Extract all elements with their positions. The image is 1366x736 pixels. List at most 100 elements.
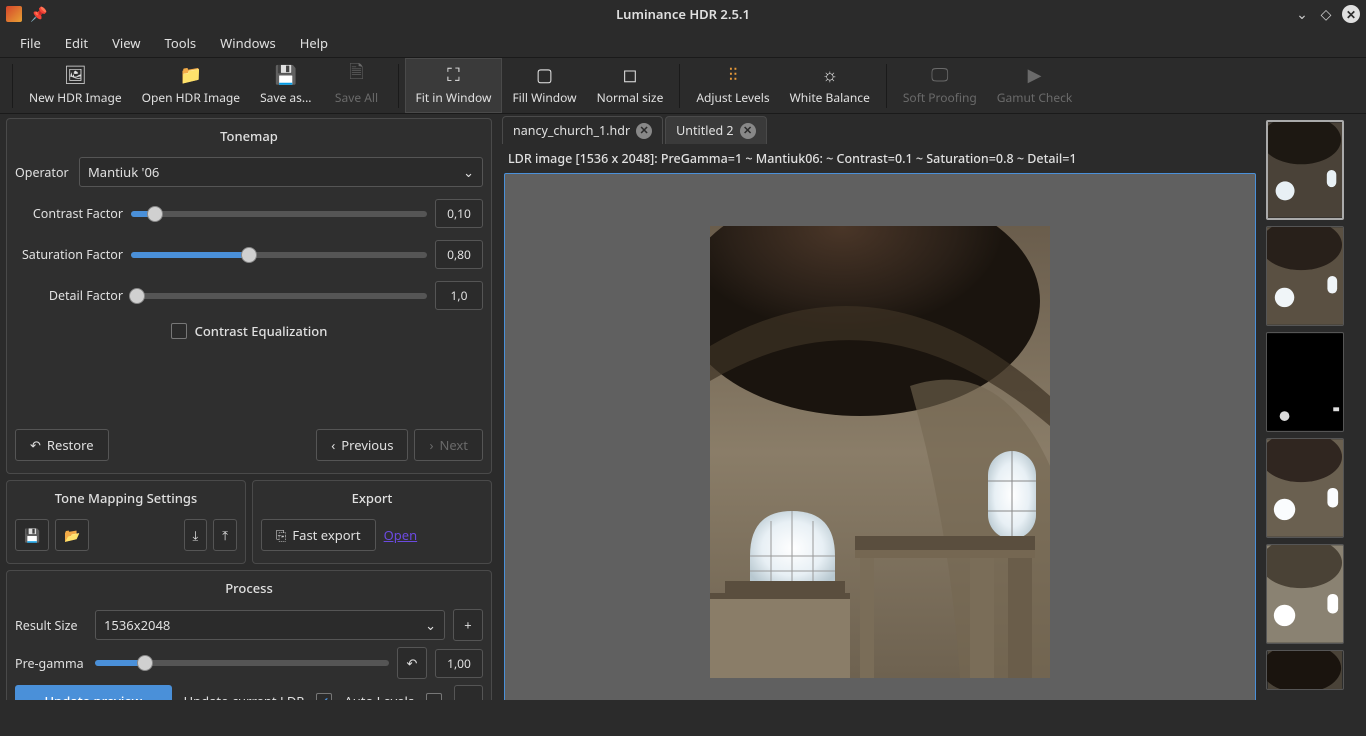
adjust-levels-button[interactable]: ⫶⫶ Adjust Levels [686, 58, 779, 113]
normal-size-icon: ◻ [622, 65, 637, 85]
folder-icon: 📂 [64, 526, 80, 544]
maximize-icon[interactable]: ◇ [1318, 6, 1334, 22]
save-as-button[interactable]: 💾 Save as... [250, 58, 321, 113]
import-settings-button[interactable]: ⤓ [184, 519, 208, 551]
play-icon: ▶ [1028, 65, 1042, 85]
slider-thumb[interactable] [129, 288, 145, 304]
pregamma-slider[interactable] [95, 660, 389, 666]
pregamma-reset-button[interactable]: ↶ [397, 647, 427, 679]
detail-factor-label: Detail Factor [15, 287, 123, 304]
menu-view[interactable]: View [100, 30, 152, 56]
fit-icon: ⛶ [447, 65, 460, 85]
export-icon: ⎘ [276, 526, 286, 544]
pregamma-label: Pre-gamma [15, 655, 87, 672]
next-button: › Next [414, 429, 483, 461]
menu-edit[interactable]: Edit [53, 30, 100, 56]
window-controls: ⌄ ◇ ✕ [1294, 5, 1360, 23]
fit-in-window-button[interactable]: ⛶ Fit in Window [405, 58, 503, 113]
restore-button[interactable]: ↶ Restore [15, 429, 109, 461]
previous-button[interactable]: ‹ Previous [316, 429, 408, 461]
minimize-icon[interactable]: ⌄ [1294, 6, 1310, 22]
tab-bar: nancy_church_1.hdr ✕ Untitled 2 ✕ [498, 114, 1262, 144]
tab-label: nancy_church_1.hdr [513, 122, 630, 139]
menu-tools[interactable]: Tools [153, 30, 209, 56]
menu-file[interactable]: File [8, 30, 53, 56]
slider-thumb[interactable] [137, 655, 153, 671]
download-icon: ⤓ [193, 526, 199, 544]
normal-size-button[interactable]: ◻ Normal size [587, 58, 674, 113]
slider-thumb[interactable] [147, 206, 163, 222]
fill-icon: ▢ [536, 65, 553, 85]
titlebar: 📌 Luminance HDR 2.5.1 ⌄ ◇ ✕ [0, 0, 1366, 28]
thumbnail-6[interactable] [1266, 650, 1344, 690]
operator-value: Mantiuk '06 [88, 163, 159, 181]
workspace: Tonemap Operator Mantiuk '06 ⌄ Contrast … [0, 114, 1366, 736]
saturation-factor-label: Saturation Factor [15, 246, 123, 263]
detail-factor-value[interactable]: 1,0 [435, 281, 483, 310]
thumbnail-1[interactable] [1266, 120, 1344, 220]
image-canvas[interactable] [504, 173, 1256, 730]
export-settings-button[interactable]: ⤒ [213, 519, 237, 551]
contrast-equalization-checkbox[interactable] [171, 323, 187, 339]
image-status: LDR image [1536 x 2048]: PreGamma=1 ~ Ma… [498, 144, 1262, 173]
tonemap-title: Tonemap [15, 125, 483, 151]
slider-thumb[interactable] [241, 247, 257, 263]
thumbnail-3[interactable] [1266, 332, 1344, 432]
soft-proofing-button: 🖵 Soft Proofing [893, 58, 987, 113]
open-settings-button[interactable]: 📂 [55, 519, 89, 551]
screen-icon: 🖵 [931, 65, 948, 85]
white-balance-button[interactable]: ☼ White Balance [780, 58, 880, 113]
process-title: Process [15, 577, 483, 603]
bottom-spacer [0, 700, 1366, 736]
fast-export-button[interactable]: ⎘ Fast export [261, 519, 376, 551]
thumbnail-strip [1262, 114, 1366, 736]
saturation-factor-value[interactable]: 0,80 [435, 240, 483, 269]
pregamma-value[interactable]: 1,00 [435, 649, 483, 678]
chevron-down-icon: ⌄ [425, 616, 436, 634]
thumbnail-5[interactable] [1266, 544, 1344, 644]
tonemap-panel: Tonemap Operator Mantiuk '06 ⌄ Contrast … [6, 118, 492, 474]
operator-select[interactable]: Mantiuk '06 ⌄ [79, 157, 483, 187]
fill-window-button[interactable]: ▢ Fill Window [502, 58, 586, 113]
preview-image [710, 226, 1050, 678]
menu-help[interactable]: Help [288, 30, 340, 56]
tab-nancy-church[interactable]: nancy_church_1.hdr ✕ [502, 116, 663, 144]
close-tab-icon[interactable]: ✕ [740, 123, 756, 139]
image-icon: 🖼 [64, 65, 87, 85]
contrast-factor-label: Contrast Factor [15, 205, 123, 222]
menu-windows[interactable]: Windows [208, 30, 288, 56]
left-panel: Tonemap Operator Mantiuk '06 ⌄ Contrast … [0, 114, 498, 736]
new-hdr-image-button[interactable]: 🖼 New HDR Image [19, 58, 132, 113]
close-icon[interactable]: ✕ [1342, 5, 1360, 23]
pin-icon[interactable]: 📌 [30, 5, 47, 24]
saturation-factor-slider[interactable] [131, 252, 427, 258]
result-size-value: 1536x2048 [104, 616, 170, 634]
open-hdr-image-button[interactable]: 📁 Open HDR Image [132, 58, 250, 113]
close-tab-icon[interactable]: ✕ [636, 123, 652, 139]
tab-untitled-2[interactable]: Untitled 2 ✕ [665, 116, 766, 144]
contrast-equalization-label: Contrast Equalization [195, 322, 328, 340]
contrast-factor-value[interactable]: 0,10 [435, 199, 483, 228]
undo-icon: ↶ [30, 436, 41, 454]
result-size-label: Result Size [15, 617, 87, 634]
tonemapping-settings-panel: Tone Mapping Settings 💾 📂 ⤓ ⤒ [6, 480, 246, 564]
levels-icon: ⫶⫶ [728, 65, 737, 85]
result-size-add-button[interactable]: + [453, 609, 483, 641]
folder-icon: 📁 [180, 65, 202, 85]
save-icon: 💾 [24, 526, 40, 544]
toolbar: 🖼 New HDR Image 📁 Open HDR Image 💾 Save … [0, 58, 1366, 114]
save-settings-button[interactable]: 💾 [15, 519, 49, 551]
undo-icon: ↶ [407, 654, 418, 672]
contrast-factor-slider[interactable] [131, 211, 427, 217]
save-all-icon: 🗎 [349, 65, 363, 85]
thumbnail-2[interactable] [1266, 226, 1344, 326]
open-export-link[interactable]: Open [384, 526, 418, 544]
thumbnail-4[interactable] [1266, 438, 1344, 538]
detail-factor-slider[interactable] [131, 293, 427, 299]
tms-title: Tone Mapping Settings [15, 487, 237, 513]
sun-icon: ☼ [821, 65, 838, 85]
result-size-select[interactable]: 1536x2048 ⌄ [95, 610, 445, 640]
main-area: nancy_church_1.hdr ✕ Untitled 2 ✕ LDR im… [498, 114, 1262, 736]
gamut-check-button: ▶ Gamut Check [987, 58, 1083, 113]
chevron-left-icon: ‹ [331, 436, 335, 454]
